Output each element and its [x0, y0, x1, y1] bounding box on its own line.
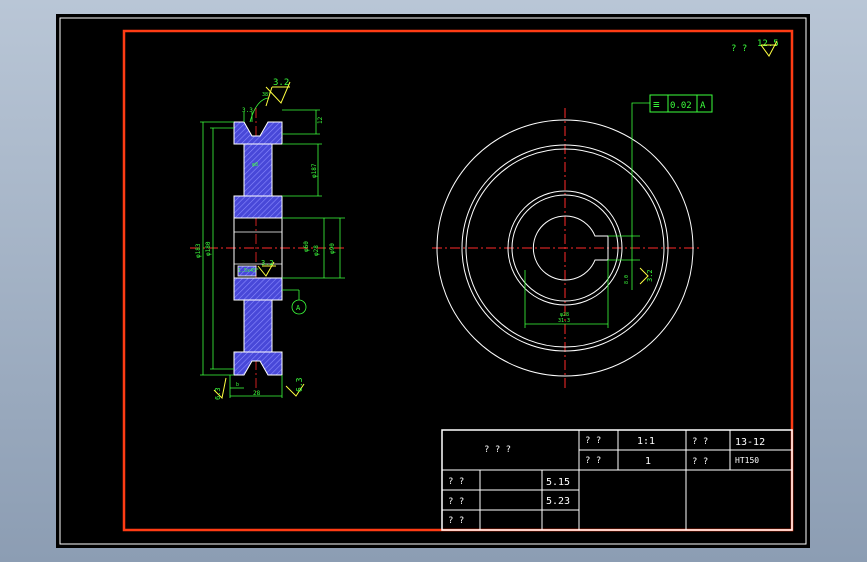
- dim-keyway-depth: 31.3: [558, 318, 570, 324]
- tb-checker-date: 5.23: [546, 496, 570, 507]
- tb-scale-label: ? ?: [585, 436, 601, 446]
- dim-pitch-diameter: φ180: [205, 241, 212, 256]
- tb-part-name: ? ? ?: [484, 445, 511, 455]
- tb-scale-value: 1:1: [637, 436, 655, 447]
- roughness-top-value: 3.2: [273, 78, 289, 88]
- tb-approver-label: ? ?: [448, 516, 464, 526]
- svg-text:6.3: 6.3: [214, 387, 222, 400]
- dim-groove-top-width: 3.3: [242, 107, 253, 114]
- svg-text:3.2: 3.2: [646, 269, 654, 282]
- cad-drawing-canvas[interactable]: ? ? 12.5 φ183 φ180 12 φ187 φ60 φ28 φ90 φ…: [0, 0, 867, 562]
- dim-hub-diameter: φ60: [303, 241, 310, 252]
- dim-hub-outer-diameter: φ90: [329, 243, 336, 254]
- drawing-sheet: [56, 14, 810, 548]
- tolerance-datum: A: [700, 101, 706, 111]
- tolerance-value: 0.02: [670, 101, 692, 111]
- dim-web-diameter: φ187: [311, 163, 318, 178]
- dim-keyway-width: 8.0: [624, 275, 630, 284]
- tb-drawing-no: 13-12: [735, 437, 765, 448]
- roughness-mid-value: 3.2: [261, 259, 274, 267]
- tb-qty-value: 1: [645, 456, 651, 467]
- dim-bottom-small: b: [236, 382, 239, 388]
- tb-designer-label: ? ?: [448, 477, 464, 487]
- tb-drawing-label: ? ?: [692, 437, 708, 447]
- roughness-bottom-value: 6.3: [295, 377, 304, 392]
- dim-outer-diameter: φ183: [195, 243, 202, 258]
- tb-material-label: ? ?: [692, 457, 708, 467]
- tb-qty-label: ? ?: [585, 456, 601, 466]
- tb-checker-label: ? ?: [448, 497, 464, 507]
- chamfer-note: 1.5x45°: [238, 268, 259, 274]
- tb-designer-date: 5.15: [546, 477, 570, 488]
- corner-roughness-label: ? ?: [731, 44, 747, 54]
- tolerance-symbol: ≡: [653, 98, 660, 111]
- dim-rim-width: 12: [317, 116, 324, 124]
- dim-bore-diameter: φ28: [313, 245, 320, 256]
- dim-total-width: 28: [253, 390, 261, 397]
- tb-material: HT150: [735, 456, 759, 465]
- groove-note: φ8: [252, 162, 258, 168]
